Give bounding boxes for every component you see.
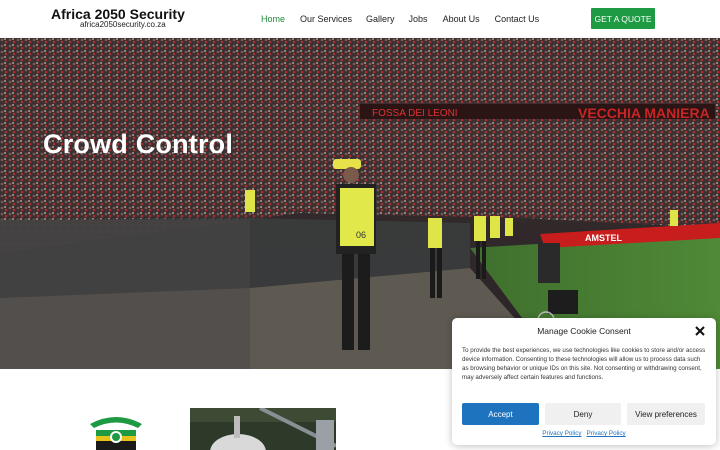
cookie-dialog-title: Manage Cookie Consent	[537, 326, 631, 336]
nav-our-services[interactable]: Our Services	[300, 14, 352, 24]
cookie-dialog-links: Privacy Policy Privacy Policy	[452, 430, 716, 437]
stand-banner-right: VECCHIA MANIERA	[578, 105, 710, 121]
privacy-policy-link[interactable]: Privacy Policy	[542, 430, 581, 437]
nav-jobs[interactable]: Jobs	[409, 14, 428, 24]
privacy-policy-link[interactable]: Privacy Policy	[587, 430, 626, 437]
view-preferences-button[interactable]: View preferences	[627, 403, 705, 425]
nav-about-us[interactable]: About Us	[443, 14, 480, 24]
nav-gallery[interactable]: Gallery	[366, 14, 395, 24]
nav-home[interactable]: Home	[261, 14, 285, 24]
company-logo	[86, 412, 146, 450]
cookie-dialog-body: To provide the best experiences, we use …	[462, 347, 706, 382]
vest-number: 06	[356, 230, 366, 240]
page-title: Crowd Control	[43, 129, 234, 159]
stand-banner-left: FOSSA DEI LEONI	[372, 108, 458, 119]
page: Africa 2050 Security africa2050security.…	[0, 0, 720, 450]
site-header: Africa 2050 Security africa2050security.…	[43, 0, 678, 38]
deny-button[interactable]: Deny	[545, 403, 621, 425]
nav-contact-us[interactable]: Contact Us	[495, 14, 540, 24]
close-icon[interactable]	[694, 324, 706, 336]
ad-board-text: AMSTEL	[585, 233, 623, 243]
main-nav: Home Our Services Gallery Jobs About Us …	[261, 14, 539, 24]
cookie-consent-dialog: Manage Cookie Consent To provide the bes…	[452, 318, 716, 445]
brand-url: africa2050security.co.za	[80, 20, 166, 29]
accept-button[interactable]: Accept	[462, 403, 539, 425]
service-photo	[190, 408, 336, 450]
get-a-quote-button[interactable]: GET A QUOTE	[591, 8, 655, 29]
